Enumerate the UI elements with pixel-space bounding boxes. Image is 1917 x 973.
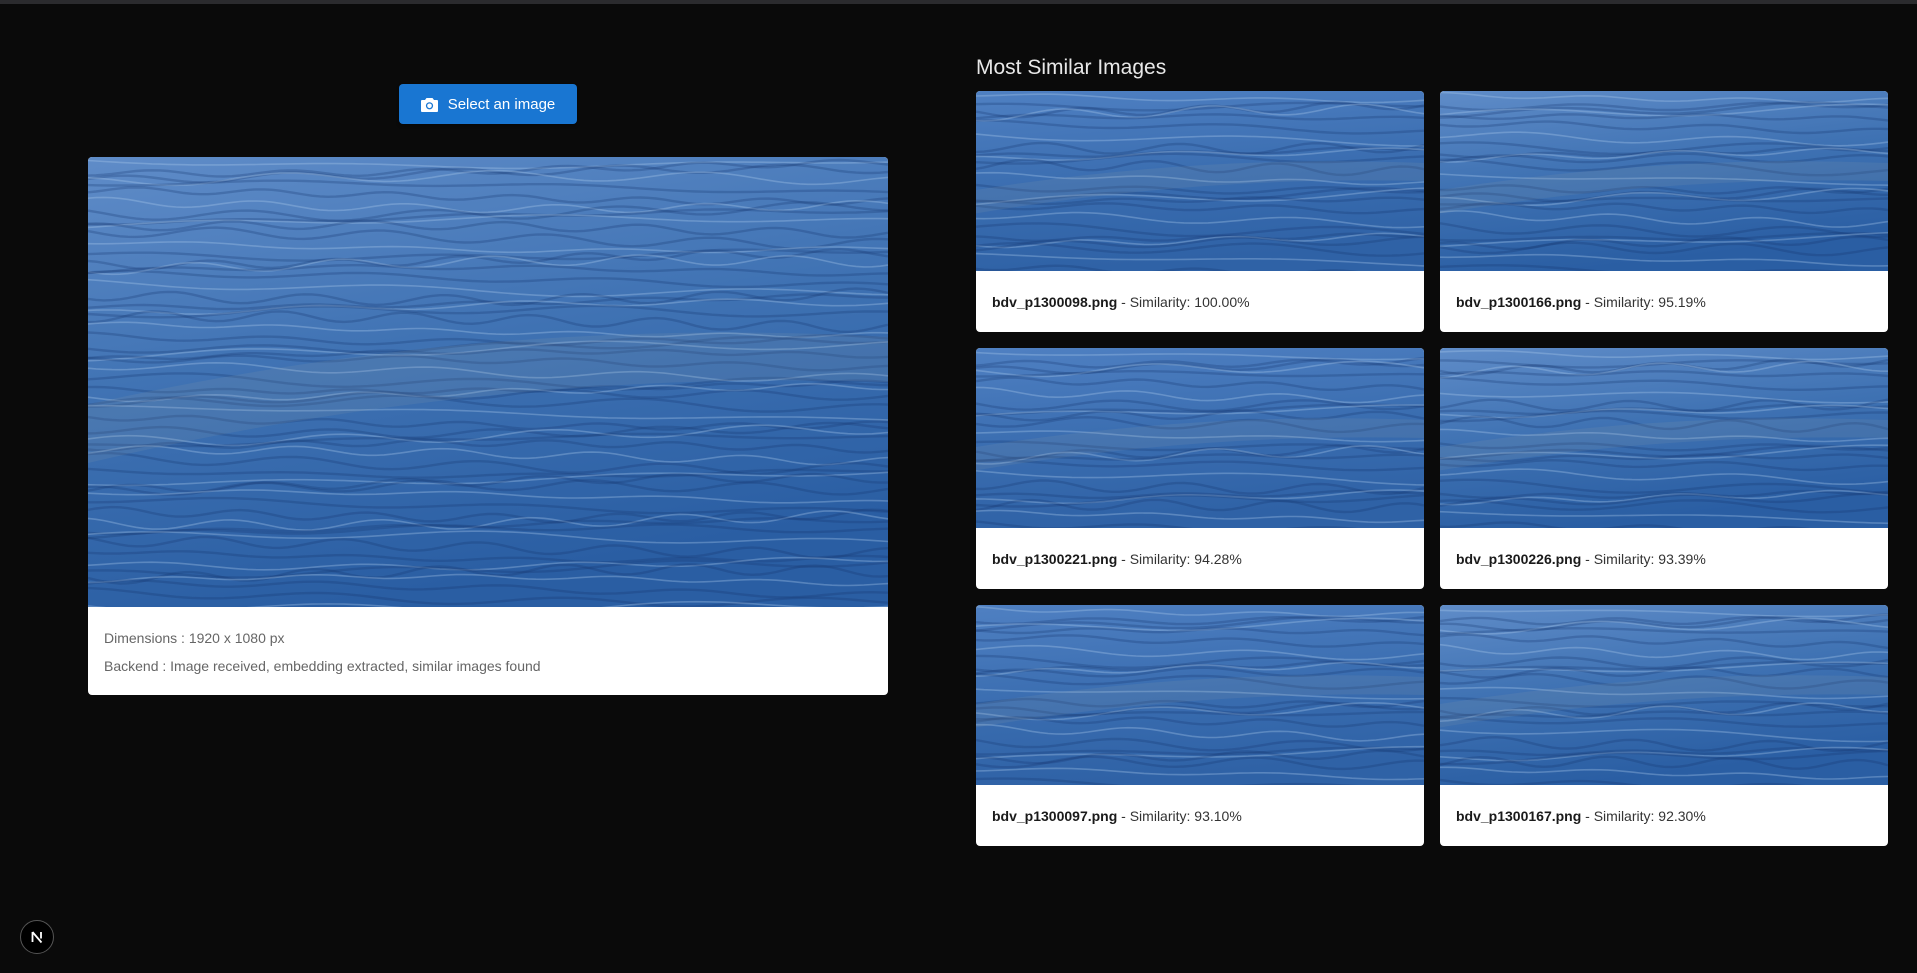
results-grid: bdv_p1300098.png - Similarity: 100.00% b… [976,91,1888,846]
backend-status-line: Backend : Image received, embedding extr… [104,658,541,674]
dimensions-label: Dimensions [104,630,178,646]
result-filename: bdv_p1300226.png [1456,550,1582,567]
result-similarity: 92.30% [1658,807,1706,824]
similarity-separator: - Similarity: [1585,293,1655,310]
result-similarity: 100.00% [1194,293,1250,310]
results-title: Most Similar Images [976,56,1167,79]
select-image-button[interactable]: Select an image [399,84,577,124]
result-card[interactable]: bdv_p1300098.png - Similarity: 100.00% [976,91,1424,332]
result-caption: bdv_p1300221.png - Similarity: 94.28% [976,528,1424,589]
browser-top-border [0,0,1917,4]
result-similarity: 93.39% [1658,550,1706,567]
result-caption: bdv_p1300097.png - Similarity: 93.10% [976,785,1424,846]
result-thumbnail [1440,91,1888,271]
result-similarity: 94.28% [1194,550,1242,567]
similarity-separator: - Similarity: [1585,550,1655,567]
result-caption: bdv_p1300167.png - Similarity: 92.30% [1440,785,1888,846]
result-thumbnail [976,605,1424,785]
preview-card: Dimensions : 1920 x 1080 px Backend : Im… [88,157,888,695]
similarity-separator: - Similarity: [1121,807,1191,824]
result-filename: bdv_p1300167.png [1456,807,1582,824]
similarity-separator: - Similarity: [1585,807,1655,824]
similarity-separator: - Similarity: [1121,293,1191,310]
result-thumbnail [1440,605,1888,785]
result-card[interactable]: bdv_p1300221.png - Similarity: 94.28% [976,348,1424,589]
dimensions-line: Dimensions : 1920 x 1080 px [104,630,285,646]
backend-label: Backend [104,658,159,674]
result-card[interactable]: bdv_p1300167.png - Similarity: 92.30% [1440,605,1888,846]
result-filename: bdv_p1300221.png [992,550,1118,567]
result-similarity: 95.19% [1658,293,1706,310]
similarity-separator: - Similarity: [1121,550,1191,567]
select-image-label: Select an image [447,95,556,113]
result-thumbnail [976,91,1424,271]
result-card[interactable]: bdv_p1300226.png - Similarity: 93.39% [1440,348,1888,589]
camera-icon [420,97,438,112]
result-thumbnail [976,348,1424,528]
result-filename: bdv_p1300098.png [992,293,1118,310]
result-caption: bdv_p1300226.png - Similarity: 93.39% [1440,528,1888,589]
result-caption: bdv_p1300166.png - Similarity: 95.19% [1440,271,1888,332]
result-similarity: 93.10% [1194,807,1242,824]
dimensions-value: 1920 x 1080 px [188,630,285,646]
backend-status: Image received, embedding extracted, sim… [170,658,541,674]
result-card[interactable]: bdv_p1300166.png - Similarity: 95.19% [1440,91,1888,332]
nextjs-logo-icon [31,931,43,944]
result-filename: bdv_p1300166.png [1456,293,1582,310]
result-thumbnail [1440,348,1888,528]
preview-info: Dimensions : 1920 x 1080 px Backend : Im… [88,607,888,680]
result-filename: bdv_p1300097.png [992,807,1118,824]
preview-image [88,157,888,607]
result-card[interactable]: bdv_p1300097.png - Similarity: 93.10% [976,605,1424,846]
nextjs-devtools-button[interactable] [20,920,54,954]
result-caption: bdv_p1300098.png - Similarity: 100.00% [976,271,1424,332]
